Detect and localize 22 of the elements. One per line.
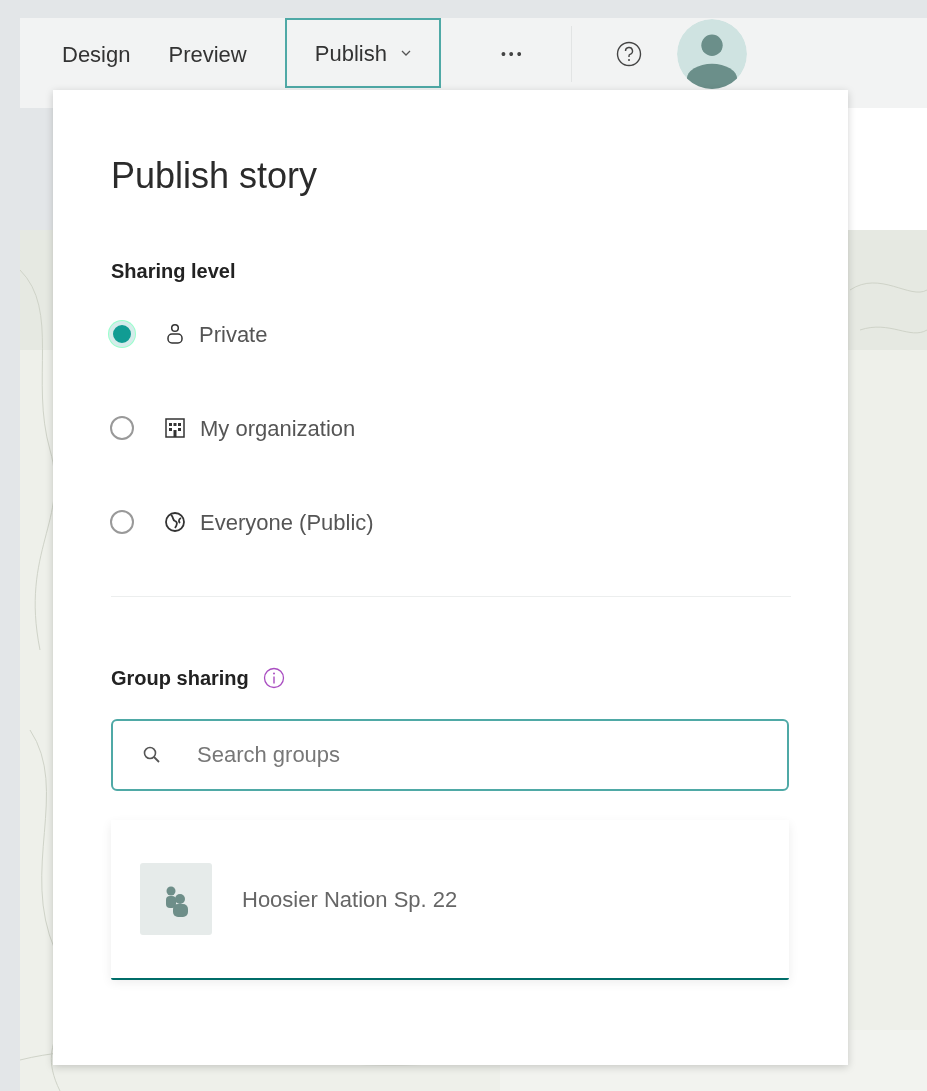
panel-title: Publish story: [111, 158, 319, 194]
help-icon[interactable]: [615, 41, 642, 67]
radio-button[interactable]: [110, 510, 134, 534]
info-icon[interactable]: [262, 667, 285, 689]
search-field[interactable]: Search groups: [111, 719, 789, 791]
option-label: Private: [199, 320, 268, 349]
section-heading: Group sharing: [111, 666, 249, 691]
search-icon: [143, 746, 161, 764]
group-icon: [140, 863, 212, 935]
section-heading: Sharing level: [111, 259, 237, 284]
avatar-icon[interactable]: [676, 19, 747, 89]
more-button[interactable]: •••: [500, 43, 525, 65]
toolbar-tab[interactable]: Preview: [168, 34, 247, 74]
option-label: Everyone (Public): [200, 508, 374, 537]
radio-button[interactable]: [110, 416, 134, 440]
toolbar-tab[interactable]: Design: [62, 34, 131, 74]
globe-icon: [164, 511, 186, 533]
option-label: My organization: [200, 414, 356, 443]
person-icon: [165, 323, 185, 345]
group-result[interactable]: Hoosier Nation Sp. 22: [140, 863, 760, 935]
building-icon: [164, 417, 186, 439]
toolbar-tab[interactable]: Publish: [284, 18, 441, 88]
